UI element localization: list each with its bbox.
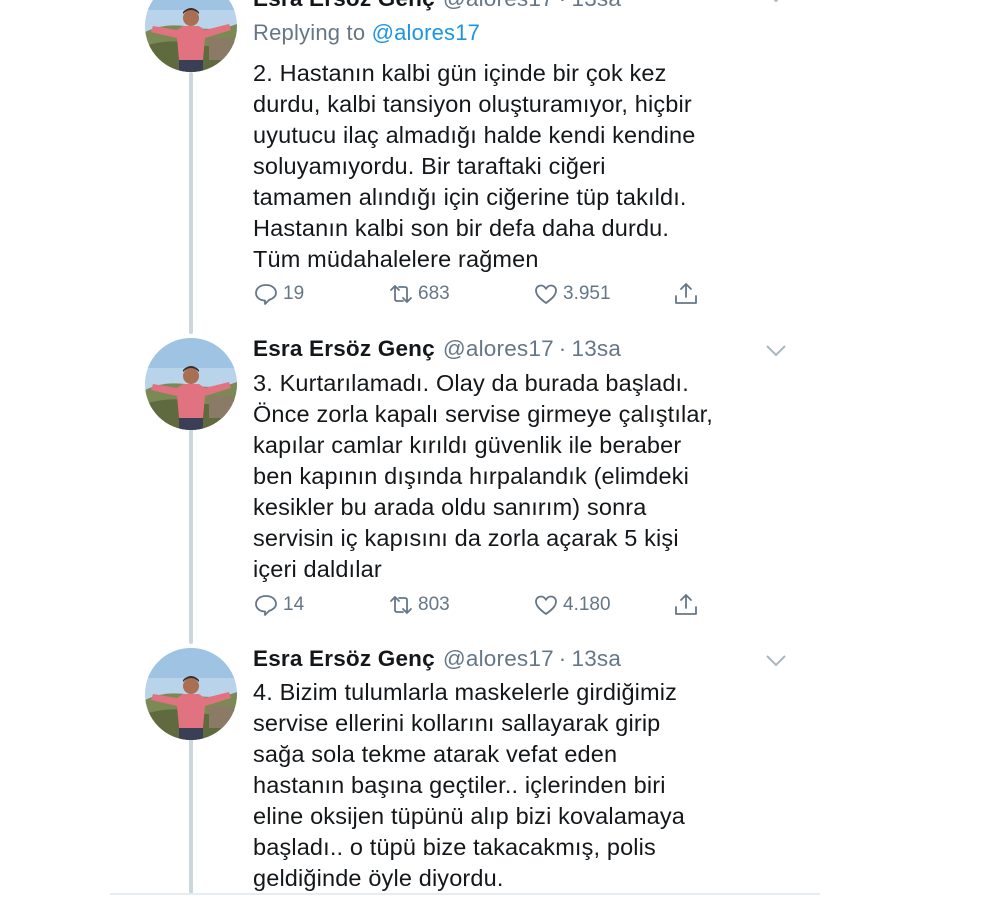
tweet-text: 4. Bizim tulumlarla maskelerle girdiğimi… [253,677,813,894]
separator-dot: · [558,336,567,361]
avatar[interactable] [145,648,237,740]
separator-dot: · [559,0,567,12]
reply-count: 19 [283,283,305,304]
author-handle[interactable]: @alores17 [443,0,554,12]
tweet-text-line: uyutucu ilaç almadığı halde kendi kendin… [253,122,696,148]
tweet-actions: 19 683 3.951 [253,279,713,309]
retweet-icon [390,285,412,303]
reply-button[interactable]: 14 [253,590,304,620]
replying-to: Replying to @alores17 [253,20,480,46]
reply-count: 14 [283,594,305,615]
chevron-down-icon[interactable] [765,654,787,668]
divider [110,893,820,895]
timestamp[interactable]: 13sa [572,336,622,362]
tweet-text-line: 2. Hastanın kalbi gün içinde bir çok kez [253,60,667,86]
share-icon [675,594,697,615]
author-handle[interactable]: @alores17 [443,336,554,362]
tweet-text: 3. Kurtarılamadı. Olay da burada başladı… [253,368,813,585]
tweet-text-line: başladı.. o tüpü bize takacakmış, polis [253,834,656,860]
retweet-count: 803 [418,594,450,615]
author-name[interactable]: Esra Ersöz Genç [253,0,435,12]
avatar-image [145,338,237,430]
tweet-text-line: geldiğinde öyle diyordu. [253,865,504,891]
tweet-text-line: servise ellerini kollarını sallayarak gi… [253,710,661,736]
chevron-down-icon[interactable] [765,0,787,4]
author-name[interactable]: Esra Ersöz Genç [253,336,435,362]
tweet-text-line: servisin iç kapısını da zorla açarak 5 k… [253,525,679,551]
timestamp[interactable]: 13sa [572,0,622,12]
thread-line [189,424,193,644]
chevron-down-icon[interactable] [765,344,787,358]
tweet-text-line: kesikler bu arada oldu sanırım) sonra [253,494,647,520]
retweet-icon [390,596,412,614]
tweet-text-line: Önce zorla kapalı servise girmeye çalışt… [253,401,713,427]
replying-mention[interactable]: @alores17 [372,20,481,45]
author-handle[interactable]: @alores17 [443,646,554,672]
timestamp[interactable]: 13sa [572,646,622,672]
tweet-text-line: ben kapının dışında hırpalandık (elimdek… [253,463,689,489]
tweet-text-line: tamamen alındığı için ciğerine tüp takıl… [253,184,687,210]
tweet-header: Esra Ersöz Genç @alores17 · 13sa [253,646,621,676]
avatar-image [145,0,237,72]
author-name[interactable]: Esra Ersöz Genç [253,646,435,672]
tweet-text-line: soluyamıyordu. Bir taraftaki ciğeri [253,153,606,179]
retweet-count: 683 [418,283,450,304]
tweet-header: Esra Ersöz Genç @alores17 · 13sa [253,0,621,16]
retweet-button[interactable]: 683 [388,279,450,309]
avatar-image [145,648,237,740]
tweet-text: 2. Hastanın kalbi gün içinde bir çok kez… [253,58,813,275]
tweet-text-line: eline oksijen tüpünü alıp bizi kovalamay… [253,803,686,829]
reply-icon [255,284,277,305]
avatar[interactable] [145,338,237,430]
share-icon [675,283,697,304]
thread-line [189,72,193,334]
heart-icon [535,284,557,304]
tweet-text-line: hastanın başına geçtiler.. içlerinden bi… [253,772,666,798]
tweet-text-line: 3. Kurtarılamadı. Olay da burada başladı… [253,370,689,396]
share-button[interactable] [673,590,703,620]
like-count: 4.180 [563,594,611,615]
tweet-actions: 14 803 4.180 [253,590,713,620]
tweet-text-line: 4. Bizim tulumlarla maskelerle girdiğimi… [253,679,678,705]
tweet-text-line: Hastanın kalbi son bir defa daha durdu. [253,215,670,241]
separator-dot: · [558,646,567,671]
tweet-header: Esra Ersöz Genç @alores17 · 13sa [253,336,621,366]
thread-line [189,734,193,894]
heart-icon [535,595,557,615]
tweet-text-line: durdu, kalbi tansiyon oluşturamıyor, hiç… [253,91,692,117]
replying-label: Replying to [253,20,366,45]
tweet-text-line: içeri daldılar [253,556,382,582]
reply-button[interactable]: 19 [253,279,304,309]
like-button[interactable]: 4.180 [533,590,611,620]
like-button[interactable]: 3.951 [533,279,611,309]
avatar[interactable] [145,0,237,72]
tweet-text-line: Tüm müdahalelere rağmen [253,246,539,272]
tweet-text-line: sağa sola tekme atarak vefat eden [253,741,618,767]
tweet-text-line: kapılar camlar kırıldı güvenlik ile bera… [253,432,682,458]
retweet-button[interactable]: 803 [388,590,450,620]
share-button[interactable] [673,279,703,309]
like-count: 3.951 [563,283,611,304]
reply-icon [255,595,277,616]
